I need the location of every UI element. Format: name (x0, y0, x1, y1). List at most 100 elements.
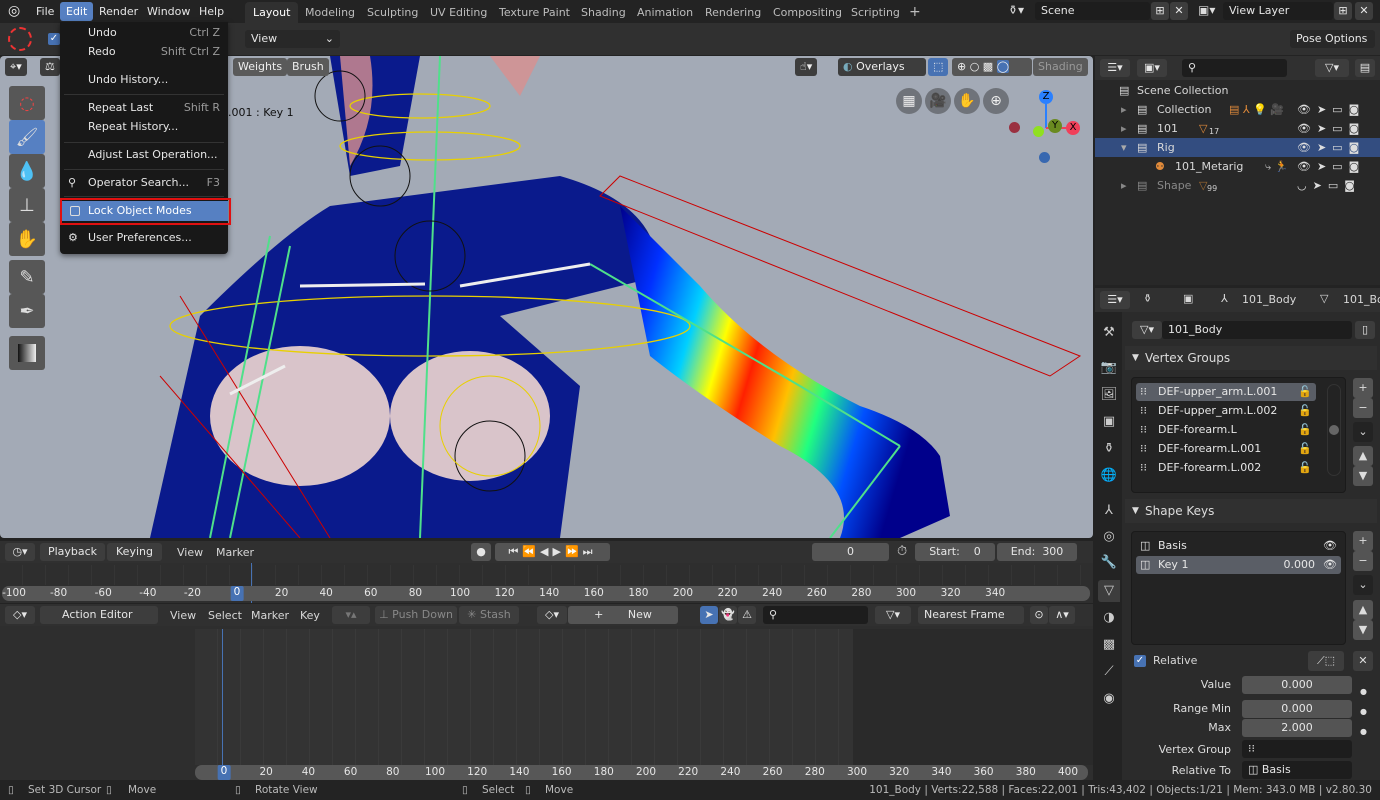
tab-shading[interactable]: Shading (573, 2, 634, 23)
tab-layout[interactable]: Layout (245, 2, 299, 23)
constraints-tab-icon[interactable]: ◉ (1098, 688, 1120, 710)
menu-help[interactable]: Help (193, 2, 230, 21)
action-select-menu[interactable]: Select (208, 609, 242, 622)
action-key-menu[interactable]: Key (300, 609, 320, 622)
mesh-data-tab-icon[interactable]: ▽ (1098, 580, 1120, 602)
filter-icon[interactable]: ▽▾ (875, 606, 911, 624)
breadcrumb-object[interactable]: 101_Body (1242, 293, 1296, 306)
weights-menu[interactable]: Weights (233, 58, 288, 76)
new-collection-icon[interactable]: ▤ (1355, 59, 1375, 77)
lock-icon[interactable]: 🔓 (1298, 440, 1312, 458)
tab-uv-editing[interactable]: UV Editing (422, 2, 495, 23)
add-workspace-button[interactable]: + (901, 2, 929, 23)
gizmo-x-axis[interactable]: X (1066, 121, 1080, 135)
view-layer-icon[interactable]: ▣▾ (1198, 3, 1215, 17)
gizmo-toggle-icon[interactable]: ☝▾ (795, 58, 818, 76)
action-view-menu[interactable]: View (170, 609, 196, 622)
filter-icon[interactable]: ▽▾ (1315, 59, 1349, 77)
vertex-group-item[interactable]: ⁝⁝ DEF-forearm.L.001 🔓 (1136, 440, 1316, 458)
view-layer-tab-icon[interactable]: ▣ (1098, 411, 1120, 433)
render-tab-icon[interactable]: 📷 (1098, 357, 1120, 379)
add-shape-key-button[interactable]: + (1353, 531, 1373, 551)
menu-item-redo[interactable]: Redo Shift Ctrl Z (60, 42, 228, 62)
outliner-search-input[interactable]: ⚲ (1182, 59, 1287, 77)
list-scrollbar[interactable] (1327, 384, 1341, 476)
average-tool[interactable]: ⊥ (9, 188, 45, 222)
stash-button[interactable]: ✳ Stash (459, 606, 519, 624)
cursor-tool[interactable]: ◌ (9, 86, 45, 120)
playback-menu[interactable]: Playback (40, 543, 105, 561)
axis-gizmo[interactable]: Z X Y (1005, 88, 1085, 168)
remove-shape-key-button[interactable]: − (1353, 551, 1373, 571)
timeline-track-area[interactable] (0, 565, 1093, 585)
move-up-button[interactable]: ▲ (1353, 600, 1373, 620)
breadcrumb-mesh[interactable]: 101_Body (1343, 293, 1380, 306)
tab-modeling[interactable]: Modeling (297, 2, 363, 23)
menu-window[interactable]: Window (141, 2, 196, 21)
menu-item-undo-history[interactable]: Undo History... (60, 70, 228, 90)
modifier-tab-icon[interactable]: 🔧 (1098, 552, 1120, 574)
pose-options-dropdown[interactable]: Pose Options (1290, 30, 1375, 48)
menu-item-repeat-history[interactable]: Repeat History... (60, 117, 228, 137)
move-down-button[interactable]: ▼ (1353, 620, 1373, 640)
outliner-scene-collection[interactable]: ▤ Scene Collection (1095, 81, 1380, 100)
tool-tab-icon[interactable]: ⚒ (1098, 322, 1120, 344)
add-vertex-group-button[interactable]: + (1353, 378, 1373, 398)
tab-sculpting[interactable]: Sculpting (359, 2, 426, 23)
display-mode-icon[interactable]: ▣▾ (1137, 59, 1167, 77)
gizmo-z-axis[interactable]: Z (1039, 90, 1053, 104)
playback-controls[interactable]: ⏮⏪◀▶⏩⏭ (495, 543, 610, 561)
record-button[interactable]: ● (471, 543, 491, 561)
max-field[interactable]: 2.000 (1242, 719, 1352, 737)
pan-hand-icon[interactable]: ✋ (954, 88, 980, 114)
timeline-view-menu[interactable]: View (177, 546, 203, 559)
timeline-editor-type-icon[interactable]: ◷▾ (5, 543, 35, 561)
current-frame-field[interactable]: 0 (812, 543, 889, 561)
snap-dropdown[interactable]: Nearest Frame (918, 606, 1024, 624)
menu-item-repeat-last[interactable]: Repeat Last Shift R (60, 98, 228, 118)
vertex-group-specials-button[interactable]: ⌄ (1353, 422, 1373, 442)
only-errors-icon[interactable]: ⚠ (738, 606, 756, 624)
end-frame-field[interactable]: End: 300 (997, 543, 1077, 561)
action-marker-menu[interactable]: Marker (251, 609, 289, 622)
remove-vertex-group-button[interactable]: − (1353, 398, 1373, 418)
blender-logo-icon[interactable]: ◎ (8, 3, 26, 19)
menu-item-operator-search[interactable]: ⚲ Operator Search... F3 (60, 173, 228, 193)
keyframe-dots[interactable]: ● ● ● (1360, 682, 1367, 742)
falloff-icon[interactable]: ∧▾ (1049, 606, 1075, 624)
object-tab-icon[interactable]: ⅄ (1098, 500, 1120, 522)
current-frame-marker[interactable]: 0 (217, 765, 231, 780)
eye-icon[interactable]: 👁 (1323, 537, 1337, 555)
editor-type-button[interactable]: ⌖▾ (5, 58, 27, 76)
menu-item-user-preferences[interactable]: ⚙ User Preferences... (60, 228, 228, 248)
keying-menu[interactable]: Keying (107, 543, 162, 561)
scene-tab-icon[interactable]: ⚱ (1098, 438, 1120, 460)
blur-tool[interactable]: 💧 (9, 154, 45, 188)
world-tab-icon[interactable]: 🌐 (1098, 465, 1120, 487)
tab-compositing[interactable]: Compositing (765, 2, 850, 23)
show-hidden-icon[interactable]: 👻 (719, 606, 737, 624)
mode-dropdown[interactable]: Action Editor (40, 606, 158, 624)
menu-item-undo[interactable]: Undo Ctrl Z (60, 23, 228, 43)
new-action-button[interactable]: + New (568, 606, 678, 624)
vertex-group-item[interactable]: ⁝⁝ DEF-forearm.L.002 🔓 (1136, 459, 1316, 477)
vertex-group-field[interactable]: ⁝⁝ (1242, 740, 1352, 758)
menu-file[interactable]: File (30, 2, 60, 21)
vertex-group-item[interactable]: ⁝⁝ DEF-forearm.L 🔓 (1136, 421, 1316, 439)
pin-shape-key-icon[interactable]: ⟋⬚ (1308, 651, 1344, 671)
menu-render[interactable]: Render (93, 2, 144, 21)
lock-icon[interactable]: 🔓 (1298, 383, 1312, 401)
cursor-tool-icon[interactable] (8, 27, 32, 51)
menu-edit[interactable]: Edit (60, 2, 94, 21)
clear-shape-key-button[interactable]: ✕ (1353, 651, 1373, 671)
timeline-frame-ruler[interactable]: -100 -80 -60 -40 -20 0 20 40 60 80 100 120 140 160 180… (2, 586, 1090, 601)
tab-rendering[interactable]: Rendering (697, 2, 769, 23)
menu-item-adjust-last-operation[interactable]: Adjust Last Operation... (60, 145, 228, 165)
xray-toggle-icon[interactable]: ⬚ (928, 58, 949, 76)
outliner-editor-type-icon[interactable]: ☰▾ (1100, 59, 1130, 77)
relative-to-field[interactable]: ◫ Basis (1242, 761, 1352, 779)
texture-tab-icon[interactable]: ▩ (1098, 634, 1120, 656)
action-browse-icon[interactable]: ◇▾ (537, 606, 567, 624)
move-down-button[interactable]: ▼ (1353, 466, 1373, 486)
camera-view-icon[interactable]: 🎥 (925, 88, 951, 114)
